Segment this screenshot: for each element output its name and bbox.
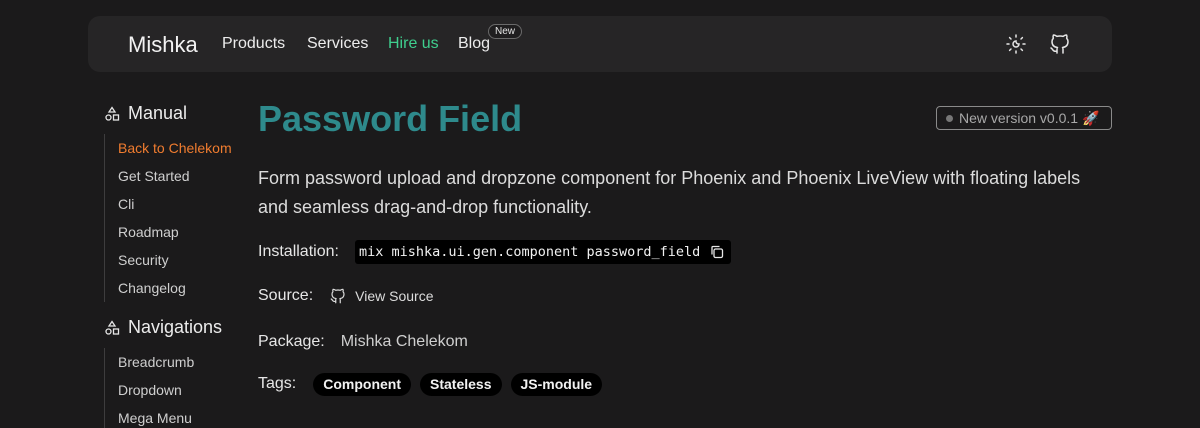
package-value: Mishka Chelekom <box>340 333 468 350</box>
version-label: New version v0.0.1 🚀 <box>959 109 1100 126</box>
sidebar-item-breadcrumb[interactable]: Breadcrumb <box>105 348 194 376</box>
nav-blog[interactable]: Blog <box>458 35 490 53</box>
shapes-icon <box>105 319 120 335</box>
sidebar-item-mega-menu[interactable]: Mega Menu <box>105 404 194 428</box>
tag-stateless[interactable]: Stateless <box>420 372 502 396</box>
sidebar-section-manual: Manual <box>104 103 187 124</box>
view-source-link[interactable]: View Source <box>329 287 433 305</box>
sidebar-item-get-started[interactable]: Get Started <box>105 162 232 190</box>
sidebar-list-manual: Back to Chelekom Get Started Cli Roadmap… <box>104 134 232 302</box>
source-label: Source: <box>258 287 314 304</box>
nav-services[interactable]: Services <box>307 35 368 53</box>
blog-new-badge: New <box>488 24 523 39</box>
sidebar-item-cli[interactable]: Cli <box>105 190 232 218</box>
view-source-label: View Source <box>355 288 434 304</box>
shapes-icon <box>105 105 120 121</box>
github-icon[interactable] <box>1048 32 1072 56</box>
installation-row: Installation: mix mishka.ui.gen.componen… <box>258 240 732 264</box>
sidebar-item-security[interactable]: Security <box>105 246 232 274</box>
sidebar-item-roadmap[interactable]: Roadmap <box>105 218 232 246</box>
copy-icon[interactable] <box>709 244 725 260</box>
github-icon <box>330 288 345 304</box>
new-version-badge[interactable]: New version v0.0.1 🚀 <box>936 106 1112 130</box>
nav-products[interactable]: Products <box>222 35 285 53</box>
install-command: mix mishka.ui.gen.component password_fie… <box>354 240 732 264</box>
sidebar-section-navigations: Navigations <box>104 317 222 338</box>
sidebar-item-dropdown[interactable]: Dropdown <box>105 376 194 404</box>
sidebar-list-navigations: Breadcrumb Dropdown Mega Menu <box>104 348 194 428</box>
component-description: Form password upload and dropzone compon… <box>258 168 1081 217</box>
sidebar-section-title: Manual <box>128 103 188 123</box>
status-dot <box>946 114 953 122</box>
tags-row: Tags: Component Stateless JS-module <box>258 372 603 396</box>
brand-logo[interactable]: Mishka <box>128 32 198 58</box>
tags-label: Tags: <box>258 375 297 392</box>
installation-label: Installation: <box>258 243 339 260</box>
page-title: Password Field <box>258 98 523 139</box>
install-command-text: mix mishka.ui.gen.component password_fie… <box>358 244 701 260</box>
tag-js-module[interactable]: JS-module <box>510 372 603 396</box>
tag-component[interactable]: Component <box>313 372 412 396</box>
top-navbar: Mishka Products Services Hire us Blog Ne… <box>88 16 1112 72</box>
package-label: Package: <box>258 333 325 350</box>
theme-toggle-icon[interactable] <box>1004 32 1028 56</box>
package-row: Package: Mishka Chelekom <box>258 330 468 354</box>
sidebar-section-title: Navigations <box>128 317 223 337</box>
nav-hire-us[interactable]: Hire us <box>388 35 439 53</box>
sidebar-item-changelog[interactable]: Changelog <box>105 274 232 302</box>
sidebar-item-back-to-chelekom[interactable]: Back to Chelekom <box>105 134 232 162</box>
source-row: Source: View Source <box>258 284 433 308</box>
